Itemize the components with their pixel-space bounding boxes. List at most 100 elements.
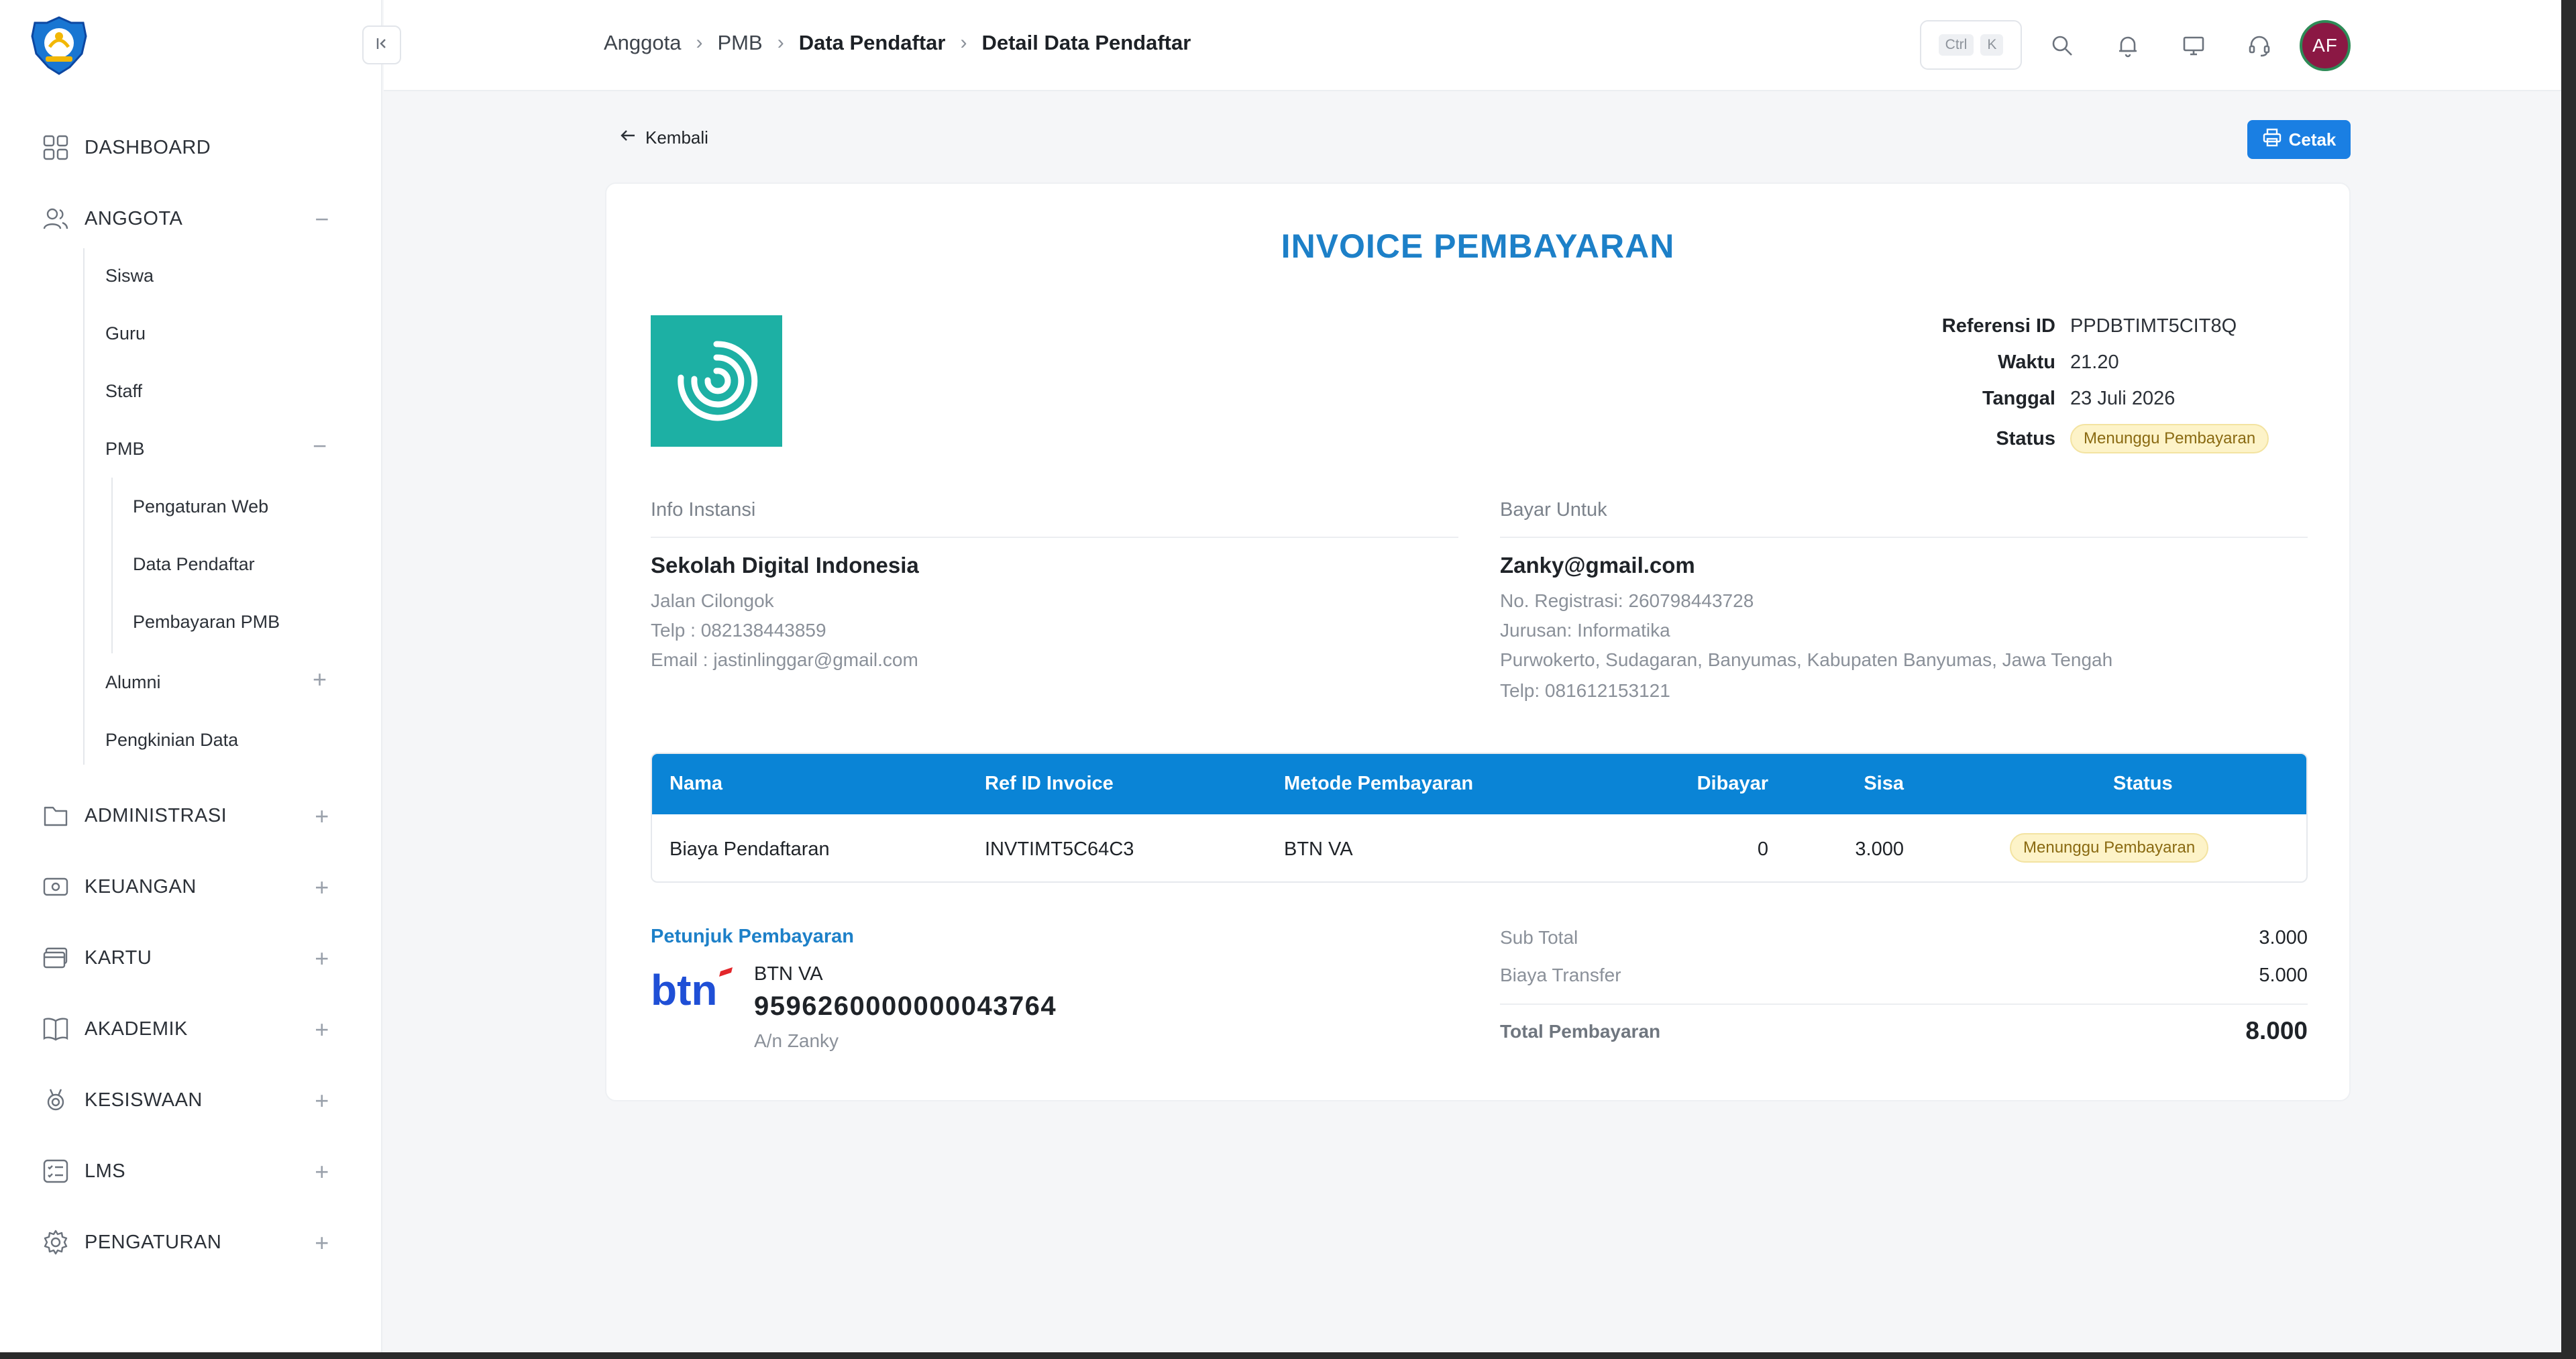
collapse-sidebar-button[interactable] [362,25,401,64]
bell-icon[interactable] [2112,30,2144,62]
nav-akademik[interactable]: AKADEMIK + [40,1009,335,1049]
sidebar-item-alumni[interactable]: Alumni [105,665,161,699]
breadcrumb-data-pendaftar[interactable]: Data Pendaftar [799,31,946,55]
va-account-name: A/n Zanky [754,1030,839,1051]
tut-wuri-handayani-logo[interactable] [30,16,89,75]
nav-pengaturan[interactable]: PENGATURAN + [40,1222,335,1262]
nav-label: ADMINISTRASI [85,804,227,826]
cell-dibayar: 0 [1757,838,1768,860]
sidebar-item-guru[interactable]: Guru [105,317,146,350]
payment-instructions-heading: Petunjuk Pembayaran [651,926,854,947]
institution-name: Sekolah Digital Indonesia [651,553,919,578]
kbd-ctrl: Ctrl [1938,34,1974,56]
institution-email: Email : jastinlinggar@gmail.com [651,649,918,670]
back-link[interactable]: Kembali [619,126,708,150]
va-number[interactable]: 9596260000000043764 [754,991,1057,1022]
cell-status: Menunggu Pembayaran [2010,833,2209,863]
breadcrumb-anggota[interactable]: Anggota [604,31,682,55]
collapse-toggle[interactable]: − [309,205,335,233]
table-header: Nama Ref ID Invoice Metode Pembayaran Di… [652,754,2306,814]
list-icon [40,1156,71,1187]
nav-label: AKADEMIK [85,1018,188,1040]
nav-label: DASHBOARD [85,136,211,158]
collapse-left-icon [374,36,390,55]
meta-value: 23 Juli 2026 [2070,388,2176,409]
summary-total: Total Pembayaran 8.000 [1500,1017,2308,1049]
summary-value: 3.000 [2259,927,2308,948]
expand-toggle[interactable]: + [309,1016,335,1044]
nav-kesiswaan[interactable]: KESISWAAN + [40,1080,335,1120]
submenu-guide-line [83,248,85,765]
cell-ref-id: INVTIMT5C64C3 [985,838,1134,860]
invoice-card: INVOICE PEMBAYARAN Referensi ID PPDBTIMT… [605,182,2351,1101]
kbd-k: K [1980,34,2004,56]
meta-label: Tanggal [1982,388,2055,409]
expand-toggle[interactable]: + [309,873,335,902]
nav-dashboard[interactable]: DASHBOARD [40,127,335,168]
divider [1500,537,2308,538]
users-icon [40,203,71,234]
meta-label: Waktu [1998,351,2055,373]
expand-toggle[interactable]: + [309,944,335,973]
nav-label: ANGGOTA [85,207,183,229]
sidebar: DASHBOARD ANGGOTA − Siswa Guru Staff PMB… [0,0,382,1352]
meta-status: Status Menunggu Pembayaran [1868,424,2337,453]
medal-icon [40,1085,71,1116]
expand-toggle[interactable]: + [309,1158,335,1186]
breadcrumb-current: Detail Data Pendaftar [981,31,1191,54]
invoice-title: INVOICE PEMBAYARAN [1281,227,1675,265]
book-icon [40,1014,71,1044]
sidebar-item-pmb[interactable]: PMB [105,432,145,466]
card-icon [40,942,71,973]
print-button[interactable]: Cetak [2247,120,2351,159]
print-label: Cetak [2288,129,2337,150]
nav-label: PENGATURAN [85,1231,222,1253]
meta-label: Referensi ID [1941,315,2055,337]
institution-phone: Telp : 082138443859 [651,620,826,641]
arrow-left-icon [619,126,645,150]
pmb-collapse-toggle[interactable]: − [313,432,327,460]
summary-subtotal: Sub Total 3.000 [1500,927,2308,957]
folder-icon [40,800,71,831]
expand-toggle[interactable]: + [309,802,335,830]
col-status: Status [2113,773,2173,794]
col-nama: Nama [669,773,722,794]
institution-logo [651,315,782,447]
printer-icon [2262,127,2282,152]
meta-value: Menunggu Pembayaran [2070,424,2269,453]
search-icon[interactable] [2046,30,2078,62]
sidebar-item-pembayaran-pmb[interactable]: Pembayaran PMB [133,605,280,639]
meta-value: 21.20 [2070,351,2119,373]
svg-text:btn: btn [651,966,718,1013]
breadcrumb-pmb[interactable]: PMB [718,31,763,55]
alumni-expand-toggle[interactable]: + [313,665,327,694]
headset-support-icon[interactable] [2243,30,2275,62]
col-sisa: Sisa [1864,773,1904,794]
expand-toggle[interactable]: + [309,1087,335,1115]
nav-anggota[interactable]: ANGGOTA − [40,199,335,239]
nav-lms[interactable]: LMS + [40,1151,335,1191]
summary-value: 8.000 [2245,1017,2308,1044]
command-palette-shortcut[interactable]: Ctrl K [1920,20,2022,70]
back-label: Kembali [645,127,708,148]
nav-label: KESISWAAN [85,1089,203,1111]
sidebar-item-pengaturan-web[interactable]: Pengaturan Web [133,490,268,523]
sidebar-item-pengkinian-data[interactable]: Pengkinian Data [105,723,238,757]
monitor-icon[interactable] [2178,30,2210,62]
status-badge: Menunggu Pembayaran [2010,833,2209,863]
expand-toggle[interactable]: + [309,1229,335,1257]
meta-referensi: Referensi ID PPDBTIMT5CIT8Q [1868,315,2337,345]
nav-administrasi[interactable]: ADMINISTRASI + [40,796,335,836]
col-ref-id: Ref ID Invoice [985,773,1114,794]
sidebar-item-staff[interactable]: Staff [105,374,142,408]
sidebar-item-siswa[interactable]: Siswa [105,259,154,292]
nav-kartu[interactable]: KARTU + [40,938,335,978]
bill-to-major: Jurusan: Informatika [1500,620,1670,641]
sidebar-item-data-pendaftar[interactable]: Data Pendaftar [133,547,255,581]
col-dibayar: Dibayar [1697,773,1768,794]
meta-tanggal: Tanggal 23 Juli 2026 [1868,388,2337,417]
meta-label: Status [1996,428,2055,449]
nav-keuangan[interactable]: KEUANGAN + [40,867,335,907]
divider [1500,1003,2308,1005]
avatar[interactable]: AF [2300,20,2351,71]
